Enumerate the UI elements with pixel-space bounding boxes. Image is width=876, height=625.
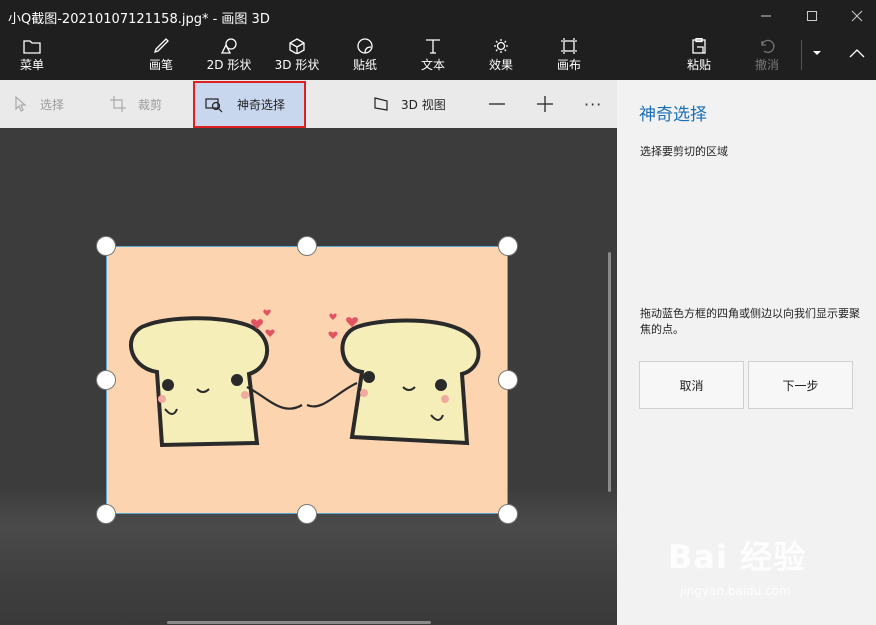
view-3d-button[interactable]: 3D 视图 — [373, 80, 446, 128]
view-3d-label: 3D 视图 — [401, 97, 446, 112]
text-icon — [426, 39, 440, 54]
select-label: 选择 — [40, 97, 65, 112]
clipboard-icon — [692, 38, 706, 54]
watermark-brand: Bai 经验 — [668, 538, 807, 576]
tool-options-bar: 选择 裁剪 3D 视图 — [0, 80, 617, 128]
image-canvas[interactable] — [106, 246, 508, 514]
left-toast — [129, 316, 270, 448]
maximize-button[interactable] — [790, 0, 834, 32]
toast-couple-illustration — [129, 309, 481, 448]
more-options-button[interactable]: ··· — [584, 95, 602, 114]
view-3d-icon — [374, 97, 388, 111]
canvas-icon — [561, 38, 577, 54]
shapes-2d-button[interactable]: 2D 形状 — [199, 36, 259, 76]
right-toast — [340, 318, 481, 446]
zoom-out-icon[interactable] — [488, 94, 506, 112]
ribbon-divider — [801, 40, 802, 70]
horizontal-scrollbar[interactable] — [167, 621, 431, 624]
paste-button[interactable]: 粘贴 — [669, 36, 729, 76]
vertical-scrollbar[interactable] — [608, 252, 611, 492]
maximize-icon — [807, 11, 817, 21]
cursor-icon — [15, 96, 27, 112]
resize-handle-bottom-right[interactable] — [498, 504, 518, 524]
minimize-button[interactable] — [744, 0, 788, 32]
sticker-icon — [357, 38, 373, 54]
brush-icon — [153, 38, 169, 54]
text-button[interactable]: 文本 — [403, 36, 463, 76]
cancel-button[interactable]: 取消 — [639, 361, 744, 409]
resize-handle-left[interactable] — [96, 370, 116, 390]
shapes-2d-label: 2D 形状 — [206, 58, 252, 72]
resize-handle-bottom[interactable] — [297, 504, 317, 524]
title-bar: 小Q截图-20210107121158.jpg* - 画图 3D — [0, 0, 876, 32]
shapes-2d-icon — [220, 38, 237, 54]
resize-handle-top[interactable] — [297, 236, 317, 256]
text-label: 文本 — [420, 58, 445, 72]
close-icon — [851, 10, 863, 22]
paste-label: 粘贴 — [686, 58, 711, 72]
magic-select-button[interactable]: 神奇选择 — [193, 81, 306, 128]
resize-handle-bottom-left[interactable] — [96, 504, 116, 524]
cube-icon — [289, 38, 305, 54]
stickers-label: 贴纸 — [352, 58, 377, 72]
chevron-down-icon — [813, 51, 821, 55]
sun-icon — [494, 39, 508, 53]
minimize-icon — [761, 15, 771, 17]
folder-icon — [23, 40, 41, 54]
panel-hint-top: 选择要剪切的区域 — [640, 145, 728, 158]
baidu-watermark: Bai 经验 jingyan.baidu.com — [668, 532, 807, 598]
undo-icon — [761, 39, 775, 54]
shapes-3d-button[interactable]: 3D 形状 — [267, 36, 327, 76]
panel-hint-bottom: 拖动蓝色方框的四角或侧边以向我们显示要聚焦的点。 — [640, 307, 860, 336]
crop-tool[interactable]: 裁剪 — [110, 80, 162, 128]
next-button[interactable]: 下一步 — [748, 361, 853, 409]
resize-handle-top-left[interactable] — [96, 236, 116, 256]
menu-label: 菜单 — [19, 58, 44, 72]
crop-label: 裁剪 — [138, 97, 163, 112]
effects-label: 效果 — [488, 58, 513, 72]
brushes-button[interactable]: 画笔 — [131, 36, 191, 76]
hearts — [251, 309, 358, 339]
effects-button[interactable]: 效果 — [471, 36, 531, 76]
magic-select-label: 神奇选择 — [237, 98, 286, 112]
panel-title: 神奇选择 — [639, 105, 707, 125]
brushes-label: 画笔 — [148, 58, 173, 72]
close-button[interactable] — [835, 0, 876, 32]
ribbon: 菜单 画笔 2D 形状 3D 形状 贴纸 文本 效果 画布 粘贴 撤消 — [0, 32, 876, 80]
menu-button[interactable]: 菜单 — [2, 36, 62, 76]
undo-label: 撤消 — [754, 58, 779, 72]
chevron-up-icon — [849, 49, 865, 58]
canvas-label: 画布 — [556, 58, 581, 72]
canvas-button[interactable]: 画布 — [539, 36, 599, 76]
stickers-button[interactable]: 贴纸 — [335, 36, 395, 76]
window-title: 小Q截图-20210107121158.jpg* - 画图 3D — [8, 12, 270, 27]
magic-select-icon — [205, 97, 223, 112]
resize-handle-top-right[interactable] — [498, 236, 518, 256]
undo-button[interactable]: 撤消 — [737, 36, 797, 76]
watermark-url: jingyan.baidu.com — [680, 584, 791, 598]
zoom-in-icon[interactable] — [536, 94, 554, 112]
resize-handle-right[interactable] — [498, 370, 518, 390]
select-tool[interactable]: 选择 — [14, 80, 64, 128]
shapes-3d-label: 3D 形状 — [274, 58, 320, 72]
crop-icon — [110, 96, 126, 112]
